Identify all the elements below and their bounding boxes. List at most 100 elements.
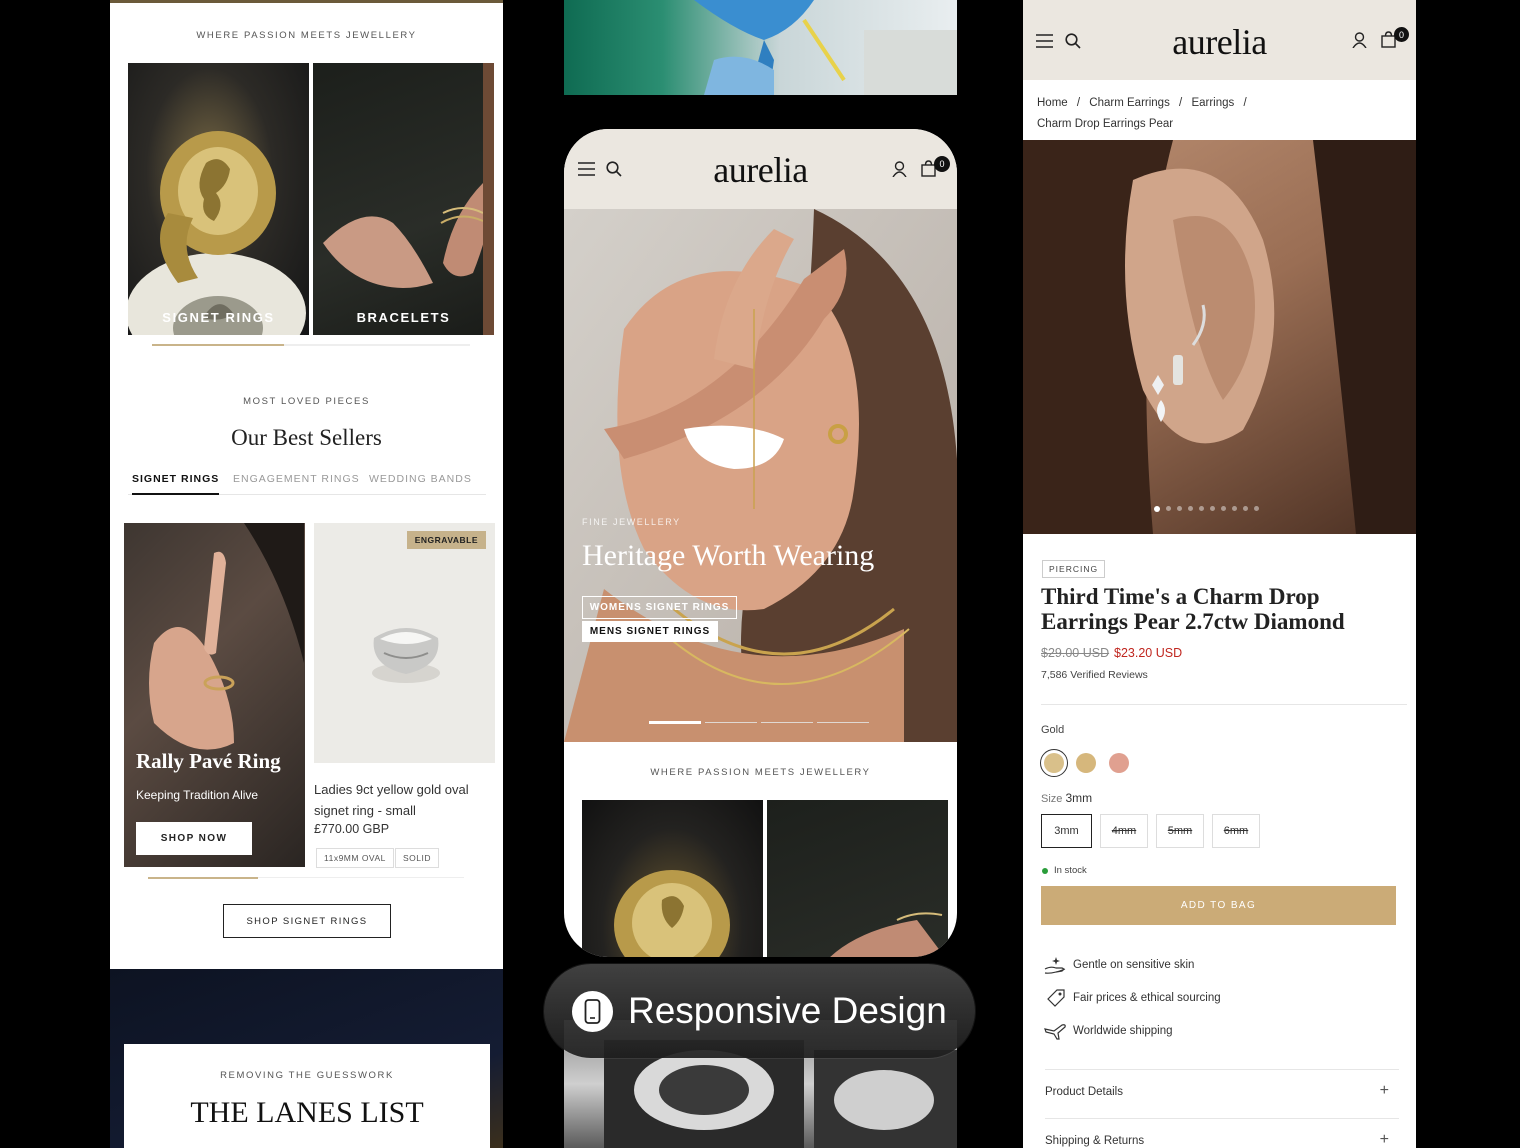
earrings-on-ear-image — [1023, 140, 1416, 534]
product-page-screen: aurelia 0 Home / Charm Earrings / Earrin… — [1023, 0, 1416, 1148]
size-option-3mm[interactable]: 3mm — [1041, 814, 1092, 848]
tile-label: BRACELETS — [356, 310, 451, 325]
section-eyebrow: WHERE PASSION MEETS JEWELLERY — [650, 767, 871, 778]
engravable-badge: ENGRAVABLE — [406, 531, 486, 549]
product-tag: SOLID — [395, 848, 440, 868]
size-selected-value: 3mm — [1065, 791, 1093, 805]
lanes-title: THE LANES LIST — [190, 1096, 424, 1129]
product-name-line: signet ring - small — [314, 803, 416, 818]
badge-label: Responsive Design — [628, 990, 947, 1031]
breadcrumb-charm-earrings[interactable]: Charm Earrings — [1089, 97, 1170, 109]
gallery-dots[interactable] — [1154, 506, 1259, 512]
mens-signet-rings-button[interactable]: MENS SIGNET RINGS — [582, 621, 718, 642]
hero-model-image — [564, 209, 957, 742]
product-tabs: SIGNET RINGS ENGAGEMENT RINGS WEDDING BA… — [128, 471, 486, 495]
workshop-image — [694, 0, 957, 95]
breadcrumb-home[interactable]: Home — [1037, 97, 1068, 109]
price-tag-icon — [1047, 989, 1065, 1007]
section-eyebrow: WHERE PASSION MEETS JEWELLERY — [196, 30, 417, 41]
category-tile-bracelets[interactable] — [767, 800, 948, 957]
size-option-4mm[interactable]: 4mm — [1100, 814, 1148, 848]
feature-text: Fair prices & ethical sourcing — [1073, 992, 1221, 1004]
workshop-photo — [564, 0, 957, 95]
left-screen: WHERE PASSION MEETS JEWELLERY SIGNET RIN… — [110, 0, 503, 969]
product-title-line: Third Time's a Charm Drop — [1041, 584, 1320, 609]
add-to-bag-button[interactable]: ADD TO BAG — [1041, 886, 1396, 925]
category-tile-signet-rings[interactable] — [582, 800, 763, 957]
colour-swatch-yellow-gold[interactable] — [1076, 753, 1096, 773]
site-header: aurelia 0 — [1023, 0, 1416, 80]
breadcrumb-earrings[interactable]: Earrings — [1191, 97, 1234, 109]
bracelet-image — [830, 912, 945, 957]
category-tile-bracelets[interactable]: BRACELETS — [313, 63, 494, 335]
size-option-6mm[interactable]: 6mm — [1212, 814, 1260, 848]
reviews-count[interactable]: 7,586 Verified Reviews — [1041, 669, 1148, 681]
signet-ring-image — [614, 870, 730, 957]
site-header: aurelia 0 — [564, 129, 957, 209]
lanes-eyebrow: REMOVING THE GUESSWORK — [220, 1070, 394, 1081]
product-title: Third Time's a Charm Drop Earrings Pear … — [1041, 584, 1411, 634]
size-label: Size 3mm — [1041, 791, 1092, 805]
stock-status: In stock — [1054, 865, 1087, 876]
breadcrumb: Home / Charm Earrings / Earrings / Charm… — [1037, 97, 1247, 130]
section-eyebrow: MOST LOVED PIECES — [243, 396, 370, 407]
promo-title: Rally Pavé Ring — [136, 749, 281, 773]
tab-engagement-rings[interactable]: ENGAGEMENT RINGS — [233, 473, 360, 485]
hero-slide-indicators[interactable] — [649, 721, 869, 724]
product-name[interactable]: Ladies 9ct yellow gold oval signet ring … — [314, 779, 469, 821]
promo-subtitle: Keeping Tradition Alive — [136, 788, 259, 802]
bracelet-image — [323, 63, 494, 335]
tab-wedding-bands[interactable]: WEDDING BANDS — [369, 473, 472, 485]
in-stock-dot — [1042, 868, 1048, 874]
ring-on-hand-image — [149, 523, 304, 750]
sensitive-skin-hand-icon — [1044, 957, 1066, 974]
tile-label: SIGNET RINGS — [162, 310, 275, 325]
section-title: Our Best Sellers — [231, 425, 382, 450]
divider — [1041, 704, 1407, 705]
carousel-progress — [152, 344, 470, 346]
mobile-device-icon — [572, 991, 613, 1032]
account-icon[interactable] — [1352, 32, 1367, 48]
feature-text: Worldwide shipping — [1073, 1025, 1173, 1037]
tab-signet-rings[interactable]: SIGNET RINGS — [132, 473, 220, 495]
product-name-line: Ladies 9ct yellow gold oval — [314, 782, 469, 797]
phone-screen: aurelia 0 FINE JEWELLERY Heritage Worth … — [564, 129, 957, 957]
category-tile-signet-rings[interactable]: SIGNET RINGS — [128, 63, 309, 335]
colour-swatch-rose-gold[interactable] — [1109, 753, 1129, 773]
shop-now-button[interactable]: SHOP NOW — [136, 822, 252, 855]
product-image[interactable]: ENGRAVABLE — [314, 523, 495, 763]
feature-text: Gentle on sensitive skin — [1073, 959, 1195, 971]
plus-icon: + — [1379, 1082, 1389, 1099]
category-badge: PIERCING — [1042, 560, 1106, 578]
colour-swatch-gold[interactable] — [1044, 753, 1064, 773]
shop-signet-rings-button[interactable]: SHOP SIGNET RINGS — [223, 904, 391, 938]
carousel-progress — [148, 877, 464, 879]
womens-signet-rings-button[interactable]: WOMENS SIGNET RINGS — [582, 596, 737, 619]
size-option-5mm[interactable]: 5mm — [1156, 814, 1204, 848]
product-tag: 11x9MM OVAL — [316, 848, 394, 868]
hero-title: Heritage Worth Wearing — [582, 539, 875, 572]
silver-ring-image — [372, 628, 440, 683]
hero-banner: FINE JEWELLERY Heritage Worth Wearing WO… — [564, 209, 957, 742]
accordion-product-details[interactable]: Product Details + — [1045, 1069, 1399, 1119]
product-gallery[interactable] — [1023, 140, 1416, 534]
airplane-icon — [1044, 1024, 1066, 1040]
plus-icon: + — [1379, 1131, 1389, 1148]
size-label-text: Size — [1041, 793, 1063, 805]
accordion-label: Product Details — [1045, 1086, 1123, 1098]
responsive-design-badge: Responsive Design — [544, 964, 975, 1058]
lanes-list-card: REMOVING THE GUESSWORK THE LANES LIST — [124, 1044, 490, 1148]
cart-count-badge: 0 — [934, 156, 950, 172]
product-title-line: Earrings Pear 2.7ctw Diamond — [1041, 609, 1345, 634]
accordion-label: Shipping & Returns — [1045, 1135, 1145, 1147]
product-price: £770.00 GBP — [314, 822, 390, 836]
promo-card[interactable]: Rally Pavé Ring Keeping Tradition Alive … — [124, 523, 305, 867]
hero-eyebrow: FINE JEWELLERY — [582, 517, 681, 527]
sale-price: $23.20 USD — [1114, 646, 1183, 660]
accordion-shipping-returns[interactable]: Shipping & Returns + — [1045, 1118, 1399, 1148]
cart-count-badge: 0 — [1394, 27, 1409, 42]
signet-ring-image — [128, 131, 306, 335]
breadcrumb-current: Charm Drop Earrings Pear — [1037, 118, 1174, 130]
colour-label: Gold — [1041, 724, 1065, 736]
account-icon[interactable] — [892, 161, 907, 177]
